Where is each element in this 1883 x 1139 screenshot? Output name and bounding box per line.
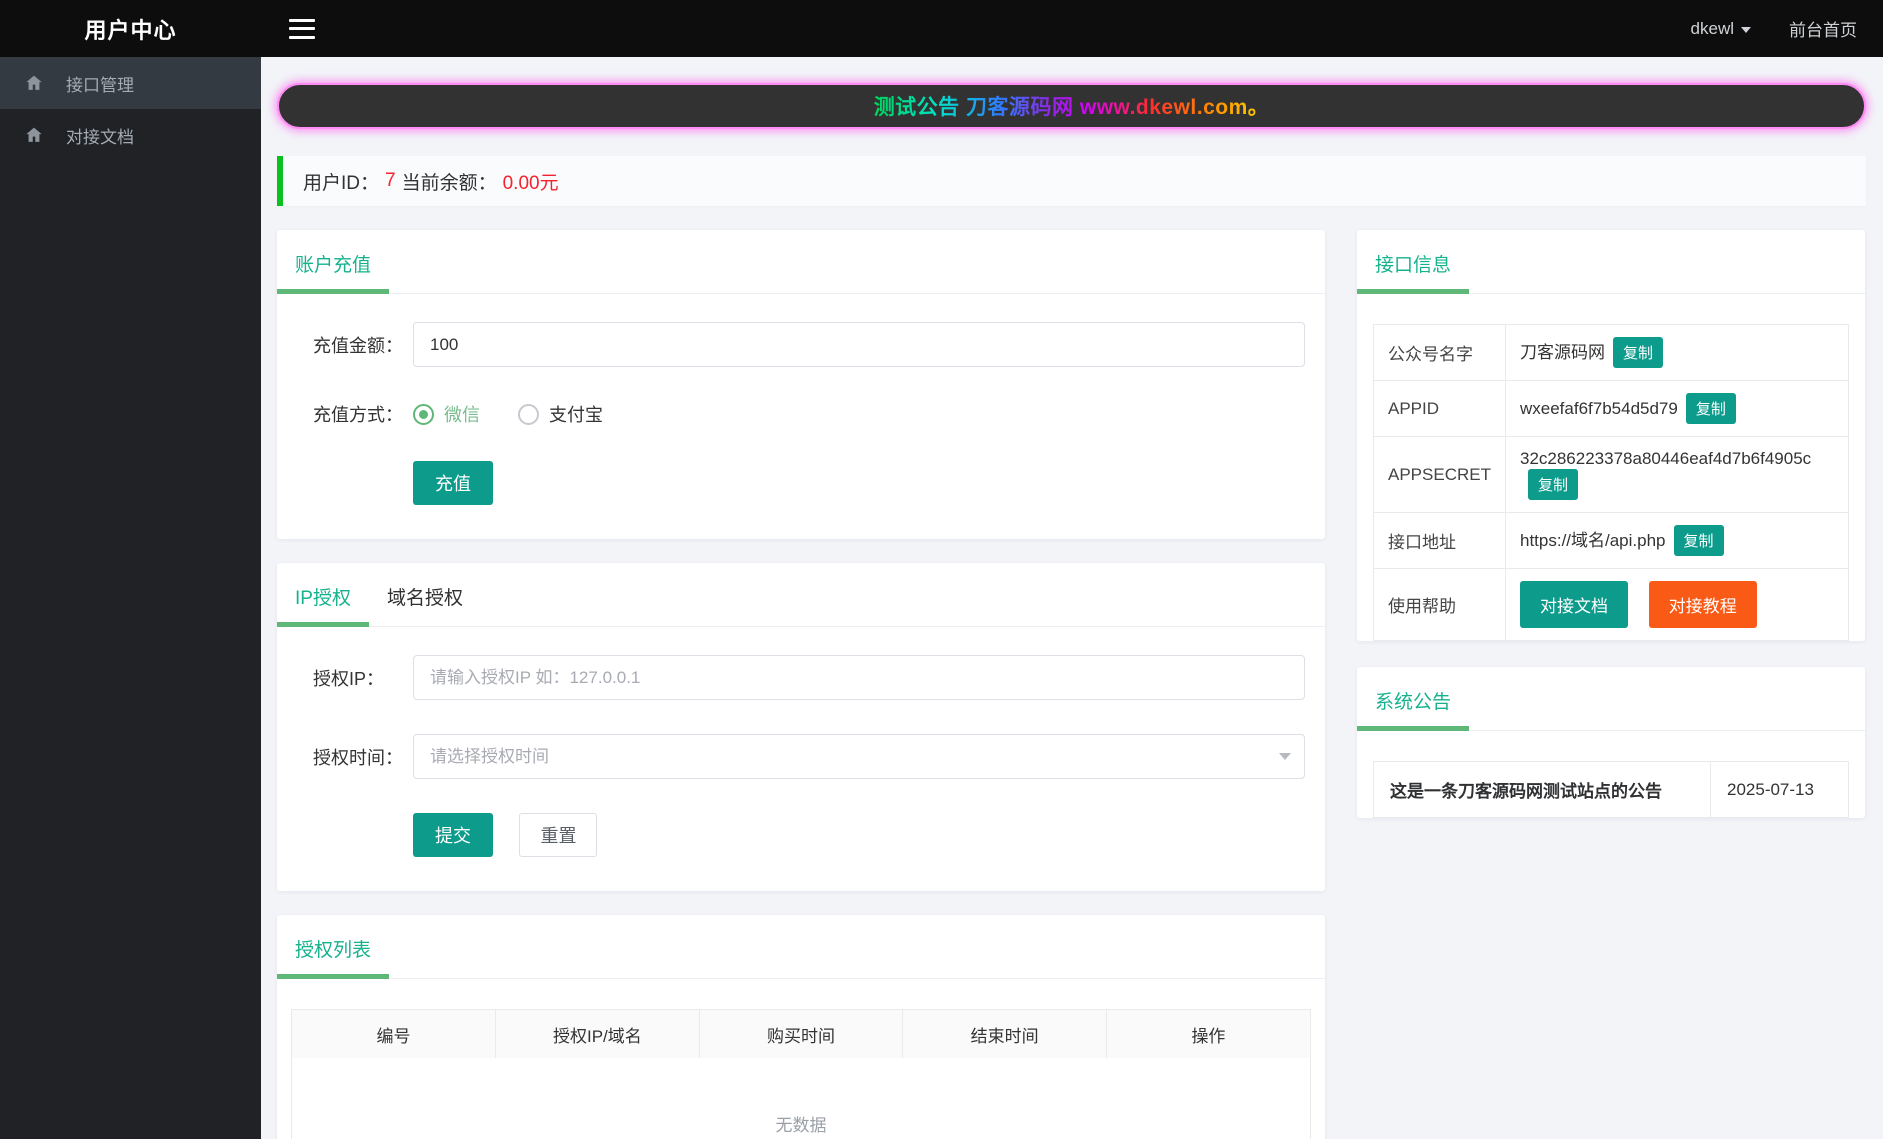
tab-ip-auth[interactable]: IP授权 [277, 563, 369, 627]
col-ip-domain: 授权IP/域名 [495, 1010, 700, 1058]
auth-list-table: 编号 授权IP/域名 购买时间 结束时间 操作 无数据 [292, 1010, 1310, 1139]
announcement-text: 测试公告 刀客源码网 www.dkewl.com。 [874, 91, 1270, 121]
copy-button[interactable]: 复制 [1685, 393, 1736, 424]
help-label: 使用帮助 [1373, 568, 1506, 641]
user-dropdown[interactable]: dkewl [1691, 19, 1751, 39]
submit-button[interactable]: 提交 [413, 813, 493, 857]
empty-data-text: 无数据 [775, 1115, 827, 1135]
sidebar: 接口管理 对接文档 [0, 57, 261, 1139]
auth-time-label: 授权时间： [313, 747, 403, 768]
row-label: 接口地址 [1373, 512, 1506, 569]
recharge-card: 账户充值 充值金额： 充值方式： [277, 230, 1325, 539]
copy-button[interactable]: 复制 [1673, 525, 1724, 556]
notice-message: 这是一条刀客源码网测试站点的公告 [1390, 782, 1662, 801]
sidebar-item-docs[interactable]: 对接文档 [0, 109, 261, 161]
auth-ip-input[interactable] [413, 655, 1305, 700]
radio-circle-icon [518, 403, 539, 425]
chevron-down-icon [1741, 26, 1751, 33]
reset-button[interactable]: 重置 [519, 813, 598, 857]
recharge-button[interactable]: 充值 [413, 461, 493, 505]
user-info-bar: 用户ID： 7 当前余额： 0.00元 [277, 156, 1866, 206]
radio-wechat[interactable]: 微信 [413, 401, 480, 427]
top-bar: 用户中心 dkewl 前台首页 [0, 0, 1883, 57]
notice-table: 这是一条刀客源码网测试站点的公告 2025-07-13 [1373, 761, 1849, 818]
col-id: 编号 [292, 1010, 497, 1058]
menu-toggle-icon[interactable] [289, 18, 315, 39]
table-row: 接口地址 https://域名/api.php 复制 [1373, 512, 1849, 569]
balance-label: 当前余额： [401, 172, 497, 194]
col-buy-time: 购买时间 [699, 1010, 904, 1058]
method-label: 充值方式： [313, 405, 403, 425]
amount-label: 充值金额： [313, 335, 403, 356]
main-area: 测试公告 刀客源码网 www.dkewl.com。 用户ID： 7 当前余额： … [261, 57, 1883, 1139]
system-notice-title: 系统公告 [1357, 667, 1470, 731]
col-actions: 操作 [1106, 1010, 1310, 1058]
auth-list-title: 授权列表 [277, 915, 390, 979]
table-row: APPSECRET 32c286223378a80446eaf4d7b6f490… [1373, 436, 1849, 513]
tab-domain-auth[interactable]: 域名授权 [369, 563, 481, 626]
front-home-link[interactable]: 前台首页 [1789, 16, 1857, 41]
app-title: 用户中心 [84, 17, 177, 43]
sidebar-item-api-manage[interactable]: 接口管理 [0, 57, 261, 109]
auth-ip-label: 授权IP： [313, 668, 385, 689]
tutorial-button[interactable]: 对接教程 [1648, 581, 1757, 628]
row-label: APPSECRET [1373, 436, 1506, 513]
col-end-time: 结束时间 [902, 1010, 1107, 1058]
row-value: https://域名/api.php [1519, 531, 1666, 550]
table-row: 这是一条刀客源码网测试站点的公告 2025-07-13 [1374, 761, 1849, 818]
row-value: 刀客源码网 [1519, 343, 1605, 362]
sidebar-item-label: 对接文档 [66, 127, 134, 147]
system-notice-card: 系统公告 这是一条刀客源码网测试站点的公告 2025-07-13 [1357, 667, 1865, 818]
api-info-title: 接口信息 [1357, 230, 1470, 294]
announcement-banner: 测试公告 刀客源码网 www.dkewl.com。 [277, 83, 1866, 129]
radio-alipay[interactable]: 支付宝 [518, 401, 603, 427]
radio-circle-icon [413, 403, 434, 425]
api-info-card: 接口信息 公众号名字 刀客源码网 复制 APPID wxeefaf6f7b54d5… [1357, 230, 1865, 641]
home-icon [26, 75, 42, 90]
api-info-table: 公众号名字 刀客源码网 复制 APPID wxeefaf6f7b54d5d79 复制… [1373, 324, 1849, 641]
row-label: APPID [1373, 380, 1506, 437]
recharge-card-title: 账户充值 [277, 230, 390, 294]
copy-button[interactable]: 复制 [1612, 337, 1663, 368]
table-row: 使用帮助 对接文档 对接教程 [1373, 568, 1849, 641]
row-value: 32c286223378a80446eaf4d7b6f4905c [1519, 449, 1812, 468]
user-id-value: 7 [385, 170, 396, 191]
copy-button[interactable]: 复制 [1527, 469, 1578, 500]
sidebar-item-label: 接口管理 [66, 75, 134, 95]
balance-value: 0.00元 [502, 172, 559, 194]
radio-alipay-label: 支付宝 [549, 405, 603, 425]
table-row: APPID wxeefaf6f7b54d5d79 复制 [1373, 380, 1849, 437]
authorization-card: IP授权 域名授权 授权IP： 授权时间： [277, 563, 1325, 891]
auth-time-select[interactable] [413, 734, 1305, 779]
user-id-label: 用户ID： [303, 172, 380, 194]
docs-button[interactable]: 对接文档 [1519, 581, 1628, 628]
row-value: wxeefaf6f7b54d5d79 [1519, 399, 1678, 418]
auth-list-card: 授权列表 编号 授权IP/域名 购买时间 结束时间 操作 无数据 [277, 915, 1325, 1139]
row-label: 公众号名字 [1373, 324, 1506, 381]
username: dkewl [1690, 18, 1734, 38]
table-row: 公众号名字 刀客源码网 复制 [1373, 324, 1849, 381]
amount-input[interactable] [413, 322, 1305, 367]
radio-wechat-label: 微信 [444, 405, 480, 425]
notice-date: 2025-07-13 [1710, 761, 1849, 818]
home-icon [26, 127, 42, 142]
